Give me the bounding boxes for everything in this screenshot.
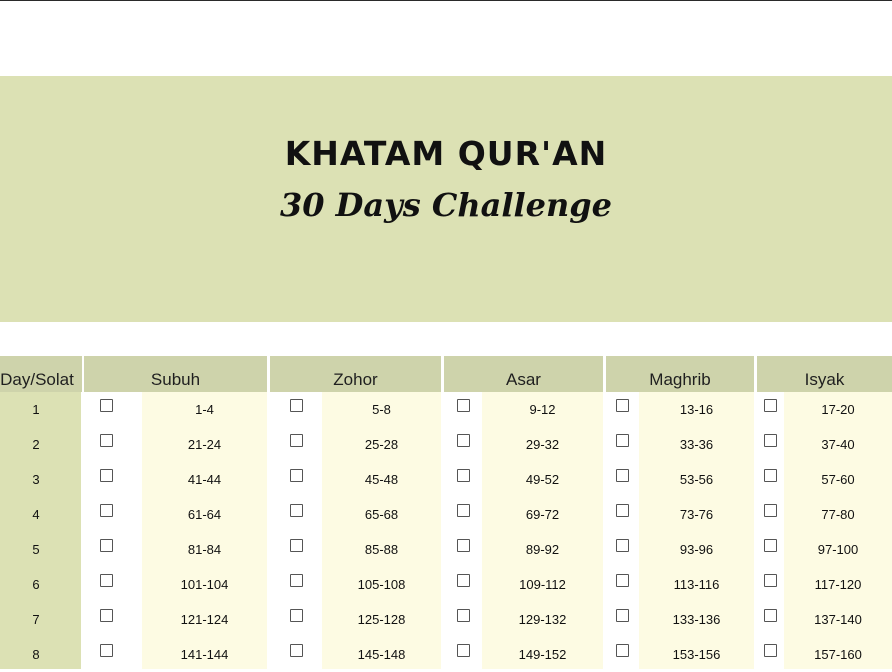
page-range: 9-12	[529, 402, 556, 417]
reading-checkbox[interactable]	[457, 469, 470, 482]
page-range: 133-136	[672, 612, 721, 627]
page-range: 33-36	[679, 437, 714, 452]
page-range: 117-120	[814, 577, 862, 592]
reading-checkbox[interactable]	[616, 469, 629, 482]
reading-checkbox[interactable]	[100, 399, 113, 412]
page-range: 109-112	[519, 577, 566, 592]
reading-checkbox[interactable]	[290, 644, 303, 657]
reading-checkbox[interactable]	[290, 469, 303, 482]
reading-checkbox[interactable]	[616, 539, 629, 552]
page-range: 57-60	[821, 472, 855, 487]
page-range: 121-124	[180, 612, 229, 627]
day-number: 1	[32, 402, 40, 417]
reading-checkbox[interactable]	[100, 504, 113, 517]
page-range: 145-148	[357, 647, 406, 662]
prayer-header-maghrib: Maghrib	[606, 356, 754, 392]
reading-checkbox[interactable]	[616, 504, 629, 517]
reading-checkbox[interactable]	[290, 609, 303, 622]
page-range: 1-4	[195, 402, 214, 417]
page-range: 105-108	[357, 577, 406, 592]
page-range: 141-144	[180, 647, 229, 662]
page-range: 93-96	[679, 542, 714, 557]
page-range: 81-84	[187, 542, 222, 557]
reading-checkbox[interactable]	[764, 644, 777, 657]
prayer-header-asar: Asar	[444, 356, 603, 392]
reading-checkbox[interactable]	[457, 399, 470, 412]
page-range: 5-8	[372, 402, 391, 417]
page-title: KHATAM QUR'AN	[284, 134, 608, 173]
reading-checkbox[interactable]	[457, 609, 470, 622]
page-range: 101-104	[180, 577, 229, 592]
reading-checkbox[interactable]	[100, 539, 113, 552]
page-range: 29-32	[525, 437, 560, 452]
reading-checkbox[interactable]	[100, 644, 113, 657]
page-range: 61-64	[187, 507, 222, 522]
day-number: 7	[32, 612, 40, 627]
page-range: 49-52	[525, 472, 560, 487]
page-range: 77-80	[821, 507, 855, 522]
reading-checkbox[interactable]	[457, 644, 470, 657]
page-range: 41-44	[187, 472, 222, 487]
reading-checkbox[interactable]	[457, 434, 470, 447]
reading-checkbox[interactable]	[764, 574, 777, 587]
reading-checkbox[interactable]	[290, 539, 303, 552]
reading-checkbox[interactable]	[764, 399, 777, 412]
reading-checkbox[interactable]	[764, 539, 777, 552]
prayer-header-zohor: Zohor	[270, 356, 441, 392]
day-number: 4	[32, 507, 40, 522]
reading-checkbox[interactable]	[616, 434, 629, 447]
reading-checkbox[interactable]	[100, 574, 113, 587]
reading-checkbox[interactable]	[764, 504, 777, 517]
reading-checkbox[interactable]	[457, 539, 470, 552]
page-range: 85-88	[364, 542, 399, 557]
prayer-header-subuh: Subuh	[84, 356, 267, 392]
page-range: 37-40	[821, 437, 855, 452]
day-number: 2	[32, 437, 40, 452]
page-range: 65-68	[364, 507, 399, 522]
reading-checkbox[interactable]	[764, 469, 777, 482]
reading-checkbox[interactable]	[457, 504, 470, 517]
page-range: 97-100	[817, 542, 859, 557]
day-number: 3	[32, 472, 40, 487]
reading-checkbox[interactable]	[616, 399, 629, 412]
page-range: 13-16	[679, 402, 714, 417]
page-range: 21-24	[187, 437, 222, 452]
page-range: 69-72	[525, 507, 560, 522]
prayer-header-isyak: Isyak	[757, 356, 892, 392]
challenge-table: Day/Solat Subuh Zohor Asar Maghrib Isyak 1 1-4 5…	[0, 356, 892, 669]
page-range: 45-48	[364, 472, 399, 487]
page-range: 137-140	[814, 612, 862, 627]
reading-checkbox[interactable]	[290, 434, 303, 447]
day-number: 5	[32, 542, 40, 557]
reading-checkbox[interactable]	[100, 609, 113, 622]
reading-checkbox[interactable]	[616, 574, 629, 587]
page-subtitle: 30 Days Challenge	[279, 186, 613, 224]
reading-checkbox[interactable]	[100, 434, 113, 447]
page-range: 113-116	[673, 577, 720, 592]
page-range: 53-56	[679, 472, 714, 487]
page-range: 25-28	[364, 437, 399, 452]
page-range: 89-92	[525, 542, 560, 557]
reading-checkbox[interactable]	[290, 504, 303, 517]
reading-checkbox[interactable]	[457, 574, 470, 587]
reading-checkbox[interactable]	[290, 399, 303, 412]
page-range: 125-128	[357, 612, 406, 627]
page-range: 149-152	[518, 647, 567, 662]
top-border-line	[0, 0, 892, 1]
day-number: 6	[32, 577, 40, 592]
page-range: 129-132	[518, 612, 567, 627]
day-solat-header: Day/Solat	[0, 356, 82, 392]
page-range: 153-156	[672, 647, 721, 662]
reading-checkbox[interactable]	[764, 434, 777, 447]
page-range: 157-160	[814, 647, 862, 662]
page-range: 17-20	[821, 402, 855, 417]
reading-checkbox[interactable]	[100, 469, 113, 482]
reading-checkbox[interactable]	[290, 574, 303, 587]
checkbox-column-bg	[84, 392, 142, 669]
page-range: 73-76	[679, 507, 714, 522]
reading-checkbox[interactable]	[616, 609, 629, 622]
reading-checkbox[interactable]	[616, 644, 629, 657]
day-number: 8	[32, 647, 40, 662]
reading-checkbox[interactable]	[764, 609, 777, 622]
